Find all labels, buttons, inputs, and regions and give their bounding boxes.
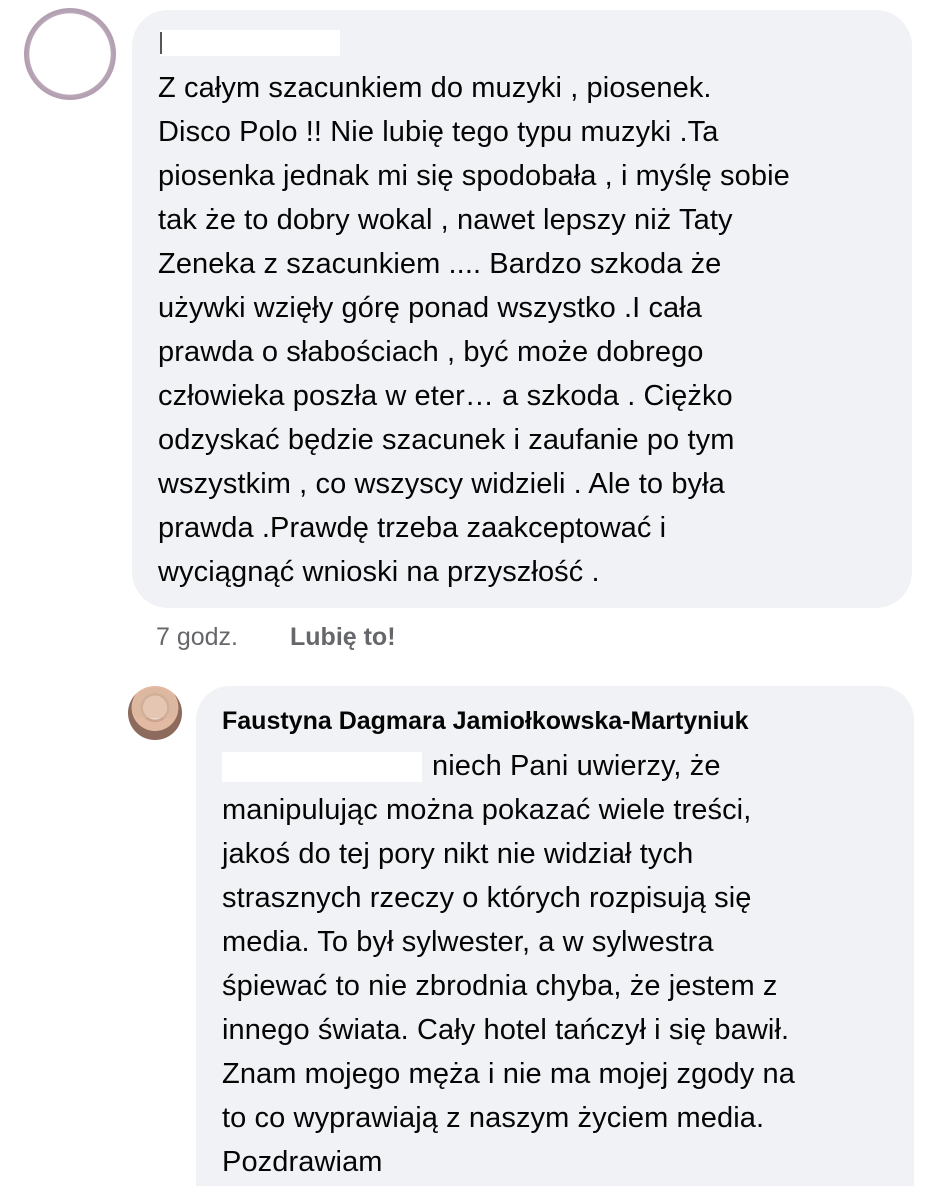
comment-line: używki wzięły górę ponad wszystko .I cał… xyxy=(158,292,703,324)
redacted-commenter-name xyxy=(160,30,340,56)
comment-timestamp[interactable]: 7 godz. xyxy=(156,620,238,654)
reply-first-line: niech Pani uwierzy, że xyxy=(432,750,721,782)
like-button[interactable]: Lubię to! xyxy=(290,620,396,654)
comment-line: wyciągnąć wnioski na przyszłość . xyxy=(158,556,600,588)
reply-line: innego świata. Cały hotel tańczył i się … xyxy=(222,1014,790,1046)
comment-line: człowieka poszła w eter… a szkoda . Cięż… xyxy=(158,380,733,412)
commenter-avatar[interactable] xyxy=(24,8,116,100)
reply-line: jakoś do tej pory nikt nie widział tych xyxy=(222,838,694,870)
reply-line: manipulując można pokazać wiele treści, xyxy=(222,794,752,826)
reply-author-avatar[interactable] xyxy=(128,686,182,740)
comment-line: Disco Polo !! Nie lubię tego typu muzyki… xyxy=(158,116,719,148)
comment-line: tak że to dobry wokal , nawet lepszy niż… xyxy=(158,204,733,236)
comment-line: odzyskać będzie szacunek i zaufanie po t… xyxy=(158,424,735,456)
reply-text: manipulując można pokazać wiele treści, … xyxy=(222,788,795,1184)
comment-line: wszystkim , co wszyscy widzieli . Ale to… xyxy=(158,468,725,500)
comment-line: Zeneka z szacunkiem .... Bardzo szkoda ż… xyxy=(158,248,722,280)
reply-line: media. To był sylwester, a w sylwestra xyxy=(222,926,714,958)
reply-line: to co wyprawiają z naszym życiem media. xyxy=(222,1102,765,1134)
comment-line: Z całym szacunkiem do muzyki , piosenek. xyxy=(158,72,712,104)
reply-line: Znam mojego męża i nie ma mojej zgody na xyxy=(222,1058,795,1090)
comment-line: piosenka jednak mi się spodobała , i myś… xyxy=(158,160,790,192)
reply-line: strasznych rzeczy o których rozpisują si… xyxy=(222,882,752,914)
comment-line: prawda .Prawdę trzeba zaakceptować i xyxy=(158,512,667,544)
redacted-mention xyxy=(222,752,422,782)
reply-author-name[interactable]: Faustyna Dagmara Jamiołkowska-Martyniuk xyxy=(222,704,749,738)
reply-line: Pozdrawiam xyxy=(222,1146,383,1178)
comment-line: prawda o słabościach , być może dobrego xyxy=(158,336,704,368)
comment-text: Z całym szacunkiem do muzyki , piosenek.… xyxy=(158,66,790,594)
reply-line: śpiewać to nie zbrodnia chyba, że jestem… xyxy=(222,970,778,1002)
